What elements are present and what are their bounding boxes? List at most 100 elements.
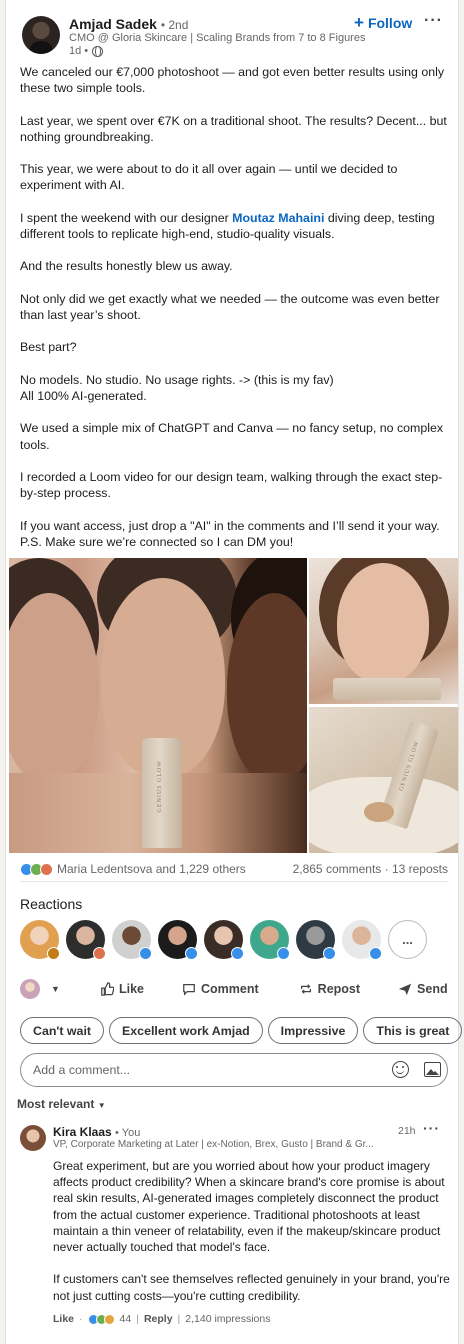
comment-button[interactable]: Comment — [182, 982, 259, 996]
thumbs-up-icon — [101, 982, 114, 996]
post-paragraph: I spent the weekend with our designer Mo… — [20, 210, 448, 242]
more-options-icon[interactable]: ··· — [424, 12, 443, 30]
comment-like-button[interactable]: Like — [53, 1313, 74, 1325]
sort-label: Most relevant — [17, 1097, 95, 1111]
post-image-top-right[interactable] — [309, 558, 458, 704]
reactor-avatar[interactable] — [158, 920, 198, 960]
post-paragraph: And the results honestly blew us away. — [20, 259, 233, 274]
like-reaction-icon — [369, 947, 382, 960]
repost-button[interactable]: Repost — [299, 982, 360, 996]
reactor-avatar[interactable] — [20, 920, 60, 960]
author-headline: CMO @ Gloria Skincare | Scaling Brands f… — [69, 32, 366, 44]
post-meta: 1d • — [69, 45, 104, 57]
like-reaction-icon — [323, 947, 336, 960]
suggestion-chip[interactable]: This is great — [363, 1017, 463, 1044]
post-paragraph: Last year, we spent over €7K on a tradit… — [20, 113, 447, 144]
reactor-avatar[interactable] — [66, 920, 106, 960]
follow-label: Follow — [367, 14, 413, 31]
author-name[interactable]: Amjad Sadek — [69, 16, 157, 32]
globe-icon — [92, 45, 104, 57]
separator: · — [79, 1313, 83, 1325]
reactor-avatar[interactable] — [112, 920, 152, 960]
face-shape — [337, 563, 429, 683]
comment-label: Comment — [201, 982, 259, 996]
post-paragraph: If you want access, just drop a "AI" in … — [20, 518, 448, 550]
mention-link[interactable]: Moutaz Mahaini — [232, 211, 324, 225]
post-paragraph: This year, we were about to do it all ov… — [20, 162, 398, 193]
emoji-icon[interactable] — [392, 1061, 409, 1078]
post-paragraph: No models. No studio. No usage rights. -… — [20, 372, 448, 404]
repost-icon — [300, 984, 311, 994]
like-button[interactable]: Like — [100, 982, 144, 996]
reactor-avatar[interactable] — [296, 920, 336, 960]
like-label: Like — [119, 982, 145, 996]
text-segment: I spent the weekend with our designer — [20, 210, 233, 225]
comment-input[interactable]: Add a comment... — [20, 1053, 448, 1087]
post-time: 1d • — [69, 45, 89, 57]
cream-swatch — [364, 802, 394, 822]
insightful-reaction-icon — [103, 1313, 115, 1325]
love-reaction-icon — [40, 863, 53, 877]
post-paragraph: We canceled our €7,000 photoshoot — and … — [20, 65, 445, 96]
separator: | — [136, 1313, 139, 1325]
tube-label: GENIUS GLOW — [157, 760, 163, 813]
post-text: We canceled our €7,000 photoshoot — and … — [20, 64, 448, 566]
commenter-headline: VP, Corporate Marketing at Later | ex-No… — [53, 1139, 374, 1150]
more-reactors-button[interactable]: ... — [388, 920, 427, 959]
comment-reply-button[interactable]: Reply — [144, 1313, 173, 1325]
image-icon[interactable] — [424, 1062, 441, 1077]
reactor-avatar[interactable] — [342, 920, 382, 960]
text-line: P.S. Make sure we’re connected so I can … — [20, 534, 294, 549]
like-reaction-icon — [277, 947, 290, 960]
comment-reaction-icons[interactable] — [87, 1313, 115, 1325]
text-line: If you want access, just drop a "AI" in … — [20, 518, 440, 533]
like-reaction-icon — [139, 947, 152, 960]
caret-down-icon: ▼ — [51, 984, 60, 994]
post-card: Amjad Sadek • 2nd CMO @ Gloria Skincare … — [5, 0, 463, 1344]
suggestion-chip[interactable]: Impressive — [267, 1017, 359, 1044]
text-line: All 100% AI-generated. — [20, 388, 147, 403]
reactions-heading: Reactions — [20, 896, 83, 912]
my-avatar — [20, 979, 40, 999]
suggestion-chip[interactable]: Can't wait — [20, 1017, 105, 1044]
comment-placeholder: Add a comment... — [33, 1063, 131, 1077]
action-bar: ▼ Like Comment Repost Send — [20, 976, 448, 1002]
you-badge: • You — [115, 1127, 141, 1139]
author-avatar[interactable] — [22, 16, 60, 54]
follow-button[interactable]: + Follow — [354, 14, 412, 31]
comments-reposts-count[interactable]: 2,865 comments · 13 reposts — [293, 862, 448, 876]
connection-degree: • 2nd — [160, 18, 189, 32]
comment-actions: Like · 44 | Reply | 2,140 impressions — [53, 1313, 270, 1325]
post-paragraph: Best part? — [20, 340, 77, 355]
separator: | — [177, 1313, 181, 1325]
insightful-reaction-icon — [47, 947, 60, 960]
divider — [20, 881, 448, 882]
suggestion-chip[interactable]: Excellent work Amjad — [109, 1017, 263, 1044]
sort-dropdown[interactable]: Most relevant ▼ — [17, 1097, 106, 1111]
social-counts: Maria Ledentsova and 1,229 others 2,865 … — [20, 860, 448, 878]
reactor-avatar[interactable] — [250, 920, 290, 960]
post-paragraph: I recorded a Loom video for our design t… — [20, 469, 443, 501]
send-button[interactable]: Send — [398, 982, 448, 996]
commenter-name[interactable]: Kira Klaas — [53, 1125, 112, 1139]
send-icon — [398, 983, 412, 996]
reactor-avatar[interactable] — [204, 920, 244, 960]
reaction-identity-switcher[interactable]: ▼ — [20, 979, 84, 999]
like-reaction-icon — [231, 947, 244, 960]
like-reaction-icon — [185, 947, 198, 960]
reactions-summary[interactable]: Maria Ledentsova and 1,229 others — [20, 861, 246, 877]
author-name-row: Amjad Sadek • 2nd — [69, 16, 188, 32]
post-image-bottom-right[interactable]: GENIUS GLOW — [309, 707, 458, 853]
comment-impressions: 2,140 impressions — [185, 1313, 271, 1325]
plus-icon: + — [354, 13, 364, 32]
repost-label: Repost — [317, 982, 361, 996]
post-paragraph: We used a simple mix of ChatGPT and Canv… — [20, 421, 444, 452]
reactor-avatars: ... — [20, 920, 427, 960]
product-tube: GENIUS GLOW — [142, 738, 182, 848]
commenter-avatar[interactable] — [20, 1125, 46, 1151]
commenter-name-row: Kira Klaas • You — [53, 1125, 140, 1139]
comment-paragraph: If customers can't see themselves reflec… — [53, 1272, 450, 1303]
comment-more-icon[interactable]: ··· — [423, 1120, 440, 1136]
post-image-main[interactable]: GENIUS GLOW — [9, 558, 307, 853]
reactors-text: Maria Ledentsova and 1,229 others — [57, 861, 246, 876]
